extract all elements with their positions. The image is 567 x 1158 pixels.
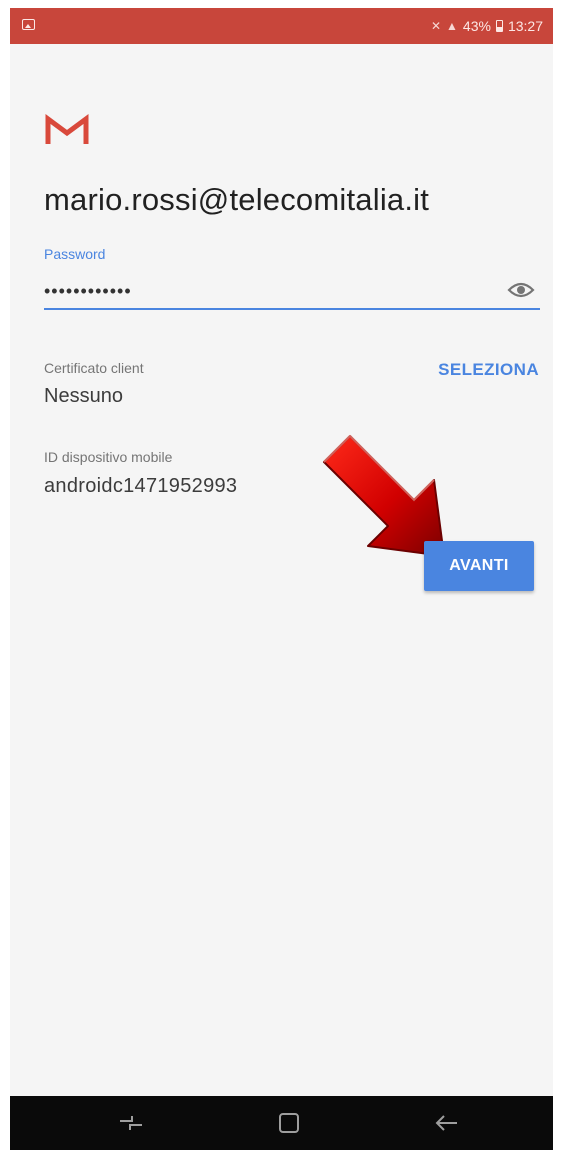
- certificate-value: Nessuno: [44, 385, 123, 407]
- phone-screen: ✕ ▲ 43% 13:27 mario.rossi@telecomitalia.…: [10, 8, 553, 1150]
- recent-apps-icon[interactable]: [118, 1112, 144, 1134]
- certificate-label: Certificato client: [44, 360, 144, 376]
- battery-percent: 43%: [462, 18, 491, 34]
- status-bar: ✕ ▲ 43% 13:27: [10, 8, 553, 44]
- account-email: mario.rossi@telecomitalia.it: [44, 182, 430, 217]
- signal-icon: ▲: [446, 19, 458, 33]
- next-button[interactable]: AVANTI: [424, 541, 534, 591]
- device-id-value: androidc1471952993: [44, 475, 238, 497]
- battery-icon: [495, 20, 503, 32]
- navigation-bar: [10, 1096, 553, 1150]
- device-id-label: ID dispositivo mobile: [44, 449, 173, 465]
- status-indicators: ✕ ▲ 43% 13:27: [431, 17, 543, 35]
- password-label: Password: [44, 246, 106, 262]
- status-time: 13:27: [507, 18, 543, 34]
- home-icon[interactable]: [277, 1111, 301, 1135]
- eye-icon[interactable]: [507, 280, 535, 300]
- image-thumbnail-icon: [22, 19, 35, 30]
- mute-icon: ✕: [430, 19, 442, 33]
- password-field[interactable]: [44, 274, 540, 310]
- gmail-logo-icon: [45, 114, 89, 144]
- back-icon[interactable]: [434, 1111, 460, 1135]
- select-certificate-button[interactable]: SELEZIONA: [438, 360, 539, 380]
